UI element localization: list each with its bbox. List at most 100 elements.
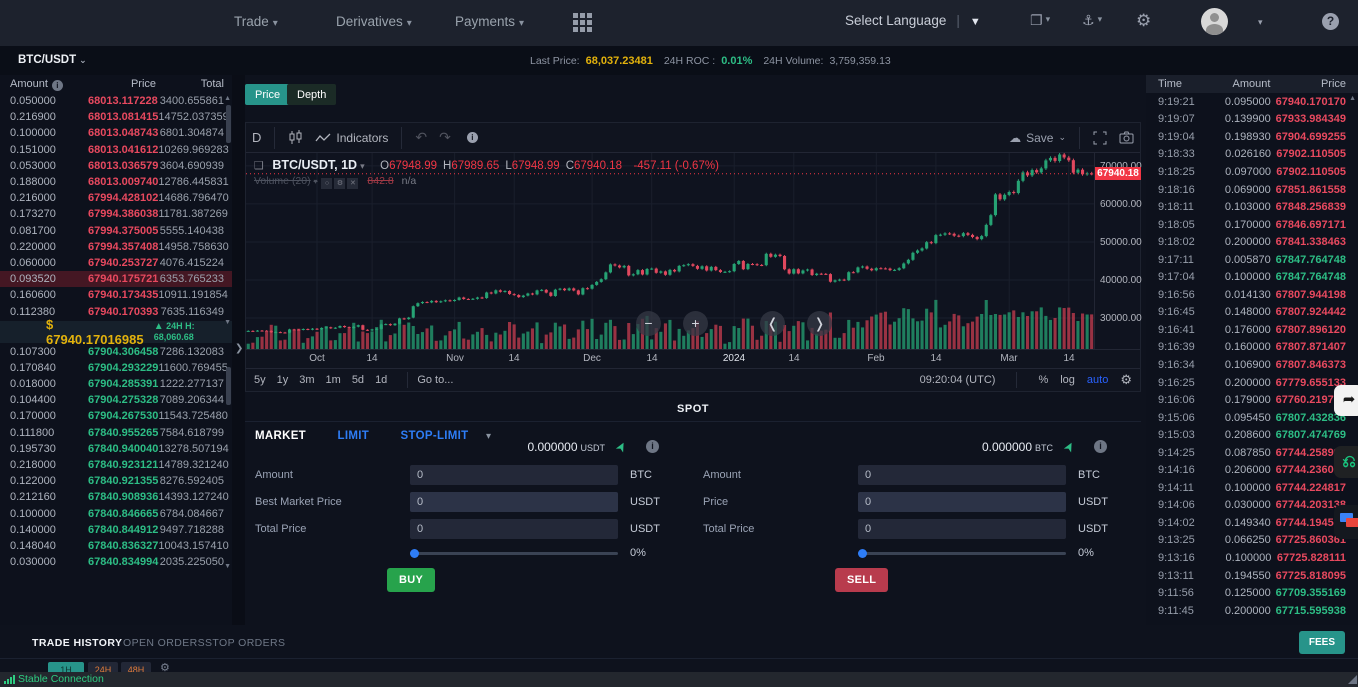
auto-scale-button[interactable]: auto (1087, 374, 1108, 386)
scroll-up-icon[interactable]: ▲ (224, 95, 231, 102)
buy-button[interactable]: BUY (387, 568, 435, 592)
ask-row[interactable]: 0.11238067940.1703937635.116349 (0, 303, 232, 319)
bid-row[interactable]: 0.12200067840.9213558276.592405 (0, 473, 232, 489)
indicators-button[interactable]: Indicators (309, 131, 394, 145)
remove-indicator-icon[interactable]: ✕ (347, 178, 358, 189)
tab-trade-history[interactable]: TRADE HISTORY (32, 637, 122, 649)
filter-24h-button[interactable]: 24H (88, 662, 118, 672)
range-5d-button[interactable]: 5d (352, 374, 364, 386)
help-icon[interactable]: ? (1322, 13, 1339, 30)
buy-amount-input[interactable] (410, 465, 618, 485)
chart-plot-area[interactable]: ❑ BTC/USDT, 1D▾ O67948.99H67989.65L67948… (246, 153, 1094, 349)
scroll-left-button[interactable]: ❬ (760, 311, 785, 336)
tab-depth[interactable]: Depth (287, 84, 336, 105)
scroll-down-icon[interactable]: ▼ (224, 319, 231, 326)
account-caret-icon[interactable]: ▾ (1258, 17, 1263, 28)
time-axis[interactable]: Oct14Nov14Dec14202414Feb14Mar14 (246, 349, 1140, 368)
chart-legend[interactable]: ❑ BTC/USDT, 1D▾ O67948.99H67989.65L67948… (254, 158, 719, 172)
ask-row[interactable]: 0.21600067994.42810214686.796470 (0, 190, 232, 206)
orders-book-icon[interactable]: ❐▾ (1030, 12, 1050, 29)
chatgpt-widget-button[interactable]: ⎌ (1334, 446, 1358, 478)
bid-row[interactable]: 0.10000067840.8466656784.084667 (0, 506, 232, 522)
ask-row[interactable]: 0.10000068013.0487436801.304874 (0, 125, 232, 141)
save-layout-button[interactable]: ☁ Save ⌄ (1003, 131, 1072, 145)
chart-info-icon[interactable]: i (457, 132, 484, 143)
fees-button[interactable]: FEES (1299, 631, 1345, 654)
bid-row[interactable]: 0.10730067904.3064587286.132083 (0, 344, 232, 360)
buy-best-market-price-input[interactable] (410, 492, 618, 512)
bid-row[interactable]: 0.03000067840.8349942035.225050 (0, 554, 232, 570)
ask-row[interactable]: 0.06000067940.2537274076.415224 (0, 255, 232, 271)
range-1m-button[interactable]: 1m (326, 374, 341, 386)
nav-trade[interactable]: Trade▾ (234, 14, 278, 29)
info-icon[interactable]: i (1094, 440, 1107, 453)
ask-row[interactable]: 0.16060067940.17343510911.191854 (0, 287, 232, 303)
bids-scrollbar[interactable] (226, 367, 231, 405)
tab-price[interactable]: Price (245, 84, 290, 105)
indicator-settings-icon[interactable]: ⚙ (334, 178, 345, 189)
avatar[interactable] (1201, 8, 1228, 35)
bid-row[interactable]: 0.11180067840.9552657584.618799 (0, 425, 232, 441)
language-dropdown-icon[interactable]: ▼ (970, 16, 981, 28)
tab-open-orders[interactable]: OPEN ORDERS (123, 637, 205, 649)
slider-handle[interactable] (410, 549, 419, 558)
nav-payments[interactable]: Payments▾ (455, 14, 524, 29)
collapse-chevron-icon[interactable]: ❯ (235, 343, 243, 354)
tab-stop-orders[interactable]: STOP ORDERS (205, 637, 285, 649)
fullscreen-icon[interactable] (1087, 131, 1113, 145)
last-price-row[interactable]: $ 67940.17016985 ▲ 24H H: 68,060.68 (0, 321, 232, 343)
ask-row[interactable]: 0.18800068013.00974012786.445831 (0, 174, 232, 190)
ask-row[interactable]: 0.09352067940.1757216353.765233 (0, 271, 232, 287)
sell-amount-slider[interactable] (858, 552, 1066, 555)
volume-legend[interactable]: Volume (20) ▾ ○⚙✕ 842.8 n/a (254, 175, 416, 189)
buy-amount-slider[interactable] (410, 552, 618, 555)
panel-collapse-strip[interactable]: ❯ (232, 75, 245, 630)
nav-derivatives[interactable]: Derivatives▾ (336, 14, 412, 29)
pair-selector[interactable]: BTC/USDT⌄ (18, 54, 87, 66)
asks-scrollbar[interactable] (226, 105, 231, 143)
percent-scale-button[interactable]: % (1038, 374, 1048, 386)
price-axis[interactable]: 70000.0060000.0050000.0040000.0030000.00… (1094, 153, 1140, 349)
zoom-in-button[interactable]: + (683, 311, 708, 336)
snapshot-camera-icon[interactable] (1113, 131, 1140, 144)
ask-row[interactable]: 0.05000068013.1172283400.655861 (0, 93, 232, 109)
interval-button[interactable]: D (246, 130, 267, 145)
clock-utc[interactable]: 09:20:04 (UTC) (920, 374, 996, 386)
share-widget-button[interactable]: ➦ (1334, 385, 1358, 416)
bid-row[interactable]: 0.21216067840.90893614393.127240 (0, 489, 232, 505)
scroll-down-icon[interactable]: ▼ (224, 563, 231, 570)
slider-handle[interactable] (858, 549, 867, 558)
bid-row[interactable]: 0.10440067904.2753287089.206344 (0, 392, 232, 408)
bid-row[interactable]: 0.14804067840.83632710043.157410 (0, 538, 232, 554)
zoom-out-button[interactable]: − (636, 311, 661, 336)
scroll-right-button[interactable]: ❭ (807, 311, 832, 336)
ask-row[interactable]: 0.22000067994.35740814958.758630 (0, 239, 232, 255)
resize-handle[interactable] (1348, 675, 1357, 684)
candle-style-icon[interactable] (282, 130, 309, 145)
filter-settings-icon[interactable]: ⚙ (160, 661, 170, 672)
axis-settings-icon[interactable]: ⚙ (1120, 372, 1132, 388)
bid-row[interactable]: 0.17084067904.29322911600.769455 (0, 360, 232, 376)
restore-pane-icon[interactable]: ❑ (254, 160, 264, 172)
language-selector[interactable]: Select Language|▼ (845, 13, 981, 28)
sell-button[interactable]: SELL (835, 568, 888, 592)
log-scale-button[interactable]: log (1060, 374, 1075, 386)
range-3m-button[interactable]: 3m (299, 374, 314, 386)
settings-gear-icon[interactable]: ⚙ (1136, 11, 1151, 31)
bid-row[interactable]: 0.17000067904.26753011543.725480 (0, 408, 232, 424)
ask-row[interactable]: 0.05300068013.0365793604.690939 (0, 158, 232, 174)
goto-date-button[interactable]: Go to... (417, 374, 453, 386)
range-5y-button[interactable]: 5y (254, 374, 266, 386)
filter-1h-button[interactable]: 1H (48, 662, 84, 672)
buy-total-price-input[interactable] (410, 519, 618, 539)
range-1y-button[interactable]: 1y (277, 374, 289, 386)
redo-icon[interactable]: ↷ (433, 129, 457, 146)
sell-price-input[interactable] (858, 492, 1066, 512)
filter-48h-button[interactable]: 48H (121, 662, 151, 672)
info-icon[interactable]: i (52, 80, 63, 91)
wallet-icon[interactable]: ⚓▾ (1082, 12, 1102, 29)
eye-icon[interactable]: ○ (321, 178, 332, 189)
info-icon[interactable]: i (646, 440, 659, 453)
sell-amount-input[interactable] (858, 465, 1066, 485)
ask-row[interactable]: 0.17327067994.38603811781.387269 (0, 206, 232, 222)
